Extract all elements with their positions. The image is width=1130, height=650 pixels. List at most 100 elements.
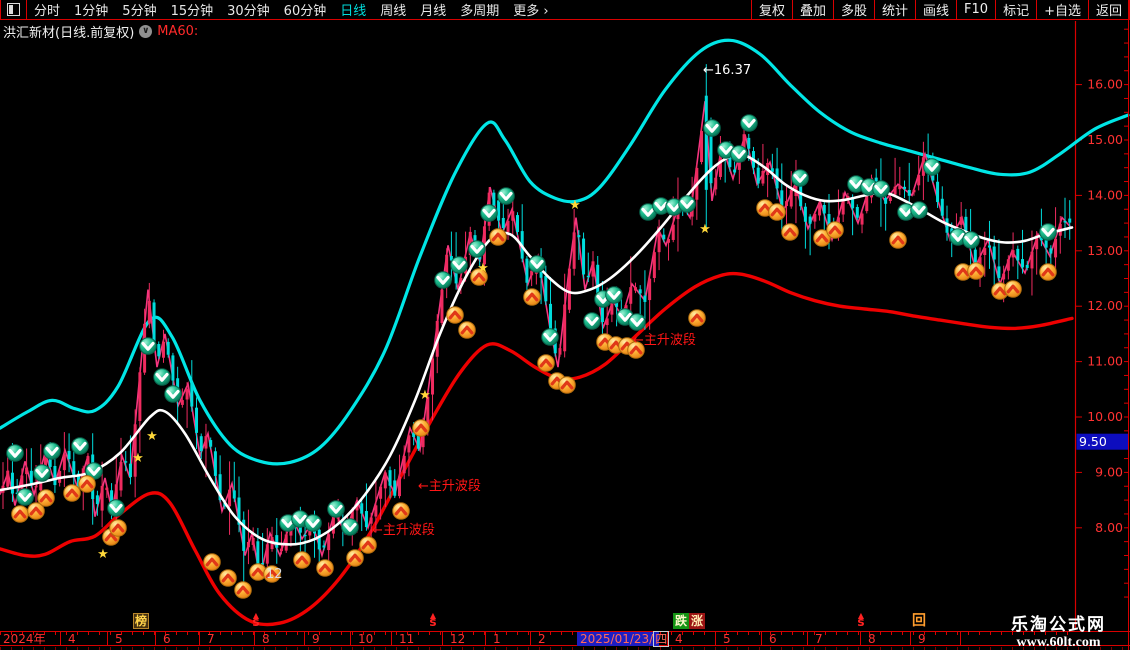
tab-1分钟[interactable]: 1分钟 (74, 0, 108, 19)
sell-signal-icon (108, 500, 125, 517)
month-divider (304, 632, 305, 646)
app-window: 分时 1分钟 5分钟 15分钟 30分钟 60分钟日线周线月线多周期更多 › 复权叠加多股… (0, 0, 1130, 650)
price-label-10.00: 10.00 (1087, 409, 1123, 424)
tab-月线[interactable]: 月线 (420, 0, 446, 19)
sell-signal-icon (1040, 224, 1057, 241)
marker-涨: 涨 (689, 613, 705, 629)
star-icon: ★ (699, 222, 711, 237)
button-标记[interactable]: 标记 (995, 0, 1036, 20)
tab-周线[interactable]: 周线 (380, 0, 406, 19)
sell-signal-icon (704, 120, 721, 137)
buy-signal-icon (235, 582, 252, 599)
sell-signal-icon (606, 287, 623, 304)
sell-signal-icon (451, 257, 468, 274)
price-label-14.00: 14.00 (1087, 187, 1123, 202)
buy-signal-icon (827, 222, 844, 239)
tab-日线[interactable]: 日线 (340, 0, 366, 19)
buy-signal-icon (689, 310, 706, 327)
button-F10[interactable]: F10 (956, 0, 995, 20)
buy-signal-icon (12, 506, 29, 523)
toolbar-divider (26, 0, 27, 20)
selected-date-tag: 2025/01/23/四 (577, 632, 659, 646)
buy-signal-icon (1040, 264, 1057, 281)
month-label-5: 5 (115, 632, 123, 646)
price-label-8.00: 8.00 (1095, 520, 1123, 535)
star-icon: ★ (97, 547, 109, 562)
price-label-12.00: 12.00 (1087, 298, 1123, 313)
buy-signal-icon (559, 377, 576, 394)
watermark-site-name: 乐淘公式网 (1011, 616, 1106, 635)
price-label-13.00: 13.00 (1087, 243, 1123, 258)
tab-30分钟[interactable]: 30分钟 (227, 0, 270, 19)
buy-signal-icon (890, 232, 907, 249)
buy-signal-icon (204, 554, 221, 571)
sell-signal-icon (342, 519, 359, 536)
chart-annotation: ←主升波段 (372, 523, 435, 538)
month-divider (199, 632, 200, 646)
month-label-4: 4 (675, 632, 683, 646)
button-多股[interactable]: 多股 (833, 0, 874, 20)
buy-signal-icon (490, 229, 507, 246)
sell-signal-icon (165, 386, 182, 403)
chart-annotation: ←主升波段 (633, 333, 696, 348)
chart-title-row: 洪汇新材(日线.前复权) ∨ MA60: (3, 22, 198, 41)
month-label-1: 1 (493, 632, 501, 646)
tab-5分钟[interactable]: 5分钟 (122, 0, 156, 19)
button-统计[interactable]: 统计 (874, 0, 915, 20)
star-icon: ★ (132, 451, 144, 466)
month-label-2: 2 (538, 632, 546, 646)
chart-annotation: 12 (266, 567, 283, 582)
button-复权[interactable]: 复权 (751, 0, 792, 20)
tab-分时[interactable]: 分时 (34, 0, 60, 19)
button-画线[interactable]: 画线 (915, 0, 956, 20)
star-icon: ★ (419, 388, 431, 403)
price-label-16.00: 16.00 (1087, 77, 1123, 92)
lower-band-line (0, 274, 1072, 625)
sell-signal-icon (140, 338, 157, 355)
tab-15分钟[interactable]: 15分钟 (171, 0, 214, 19)
window-right-border (1128, 0, 1129, 650)
chart-annotation: ←16.37 (703, 63, 751, 78)
tab-60分钟[interactable]: 60分钟 (284, 0, 327, 19)
star-icon: ★ (569, 198, 581, 213)
buy-signal-icon (769, 204, 786, 221)
sell-signal-icon (873, 181, 890, 198)
month-label-7: 7 (207, 632, 215, 646)
sell-signal-icon (469, 241, 486, 258)
sell-signal-icon (542, 329, 559, 346)
month-divider (155, 632, 156, 646)
buy-signal-icon (459, 322, 476, 339)
watermark: 乐淘公式网 www.60lt.com (1011, 616, 1106, 650)
chart-area[interactable]: 16.0015.0014.0013.0012.0011.0010.009.008… (0, 21, 1130, 630)
chevron-down-icon[interactable]: ∨ (139, 25, 152, 38)
panel-layout-icon[interactable] (7, 3, 20, 16)
button-返回[interactable]: 返回 (1088, 0, 1130, 20)
marker-s-up: ▲s (429, 613, 436, 626)
sell-signal-icon (498, 188, 515, 205)
top-toolbar: 分时 1分钟 5分钟 15分钟 30分钟 60分钟日线周线月线多周期更多 › 复权叠加多股… (0, 0, 1130, 20)
month-divider (254, 632, 255, 646)
buy-signal-icon (447, 307, 464, 324)
tab-多周期[interactable]: 多周期 (460, 0, 499, 19)
date-axis[interactable]: 2024年456789101112124567892025/01/23/四 (0, 631, 1130, 646)
buy-signal-icon (1005, 281, 1022, 298)
sell-signal-icon (629, 314, 646, 331)
sell-signal-icon (305, 515, 322, 532)
price-chart-svg[interactable]: 16.0015.0014.0013.0012.0011.0010.009.008… (0, 21, 1130, 630)
month-label-12: 12 (450, 632, 465, 646)
month-divider (530, 632, 531, 646)
tab-更多 ›[interactable]: 更多 › (513, 0, 548, 19)
month-label-8: 8 (262, 632, 270, 646)
watermark-url: www.60lt.com (1011, 635, 1106, 650)
buy-signal-icon (524, 289, 541, 306)
period-tabs: 分时 1分钟 5分钟 15分钟 30分钟 60分钟日线周线月线多周期更多 › (34, 0, 549, 19)
buy-signal-icon (317, 560, 334, 577)
month-label-9: 9 (918, 632, 926, 646)
price-label-11.00: 11.00 (1087, 354, 1123, 369)
button-+自选[interactable]: +自选 (1036, 0, 1088, 20)
sell-signal-icon (529, 256, 546, 273)
sell-signal-icon (154, 369, 171, 386)
sell-signal-icon (7, 445, 24, 462)
button-叠加[interactable]: 叠加 (792, 0, 833, 20)
month-divider (715, 632, 716, 646)
